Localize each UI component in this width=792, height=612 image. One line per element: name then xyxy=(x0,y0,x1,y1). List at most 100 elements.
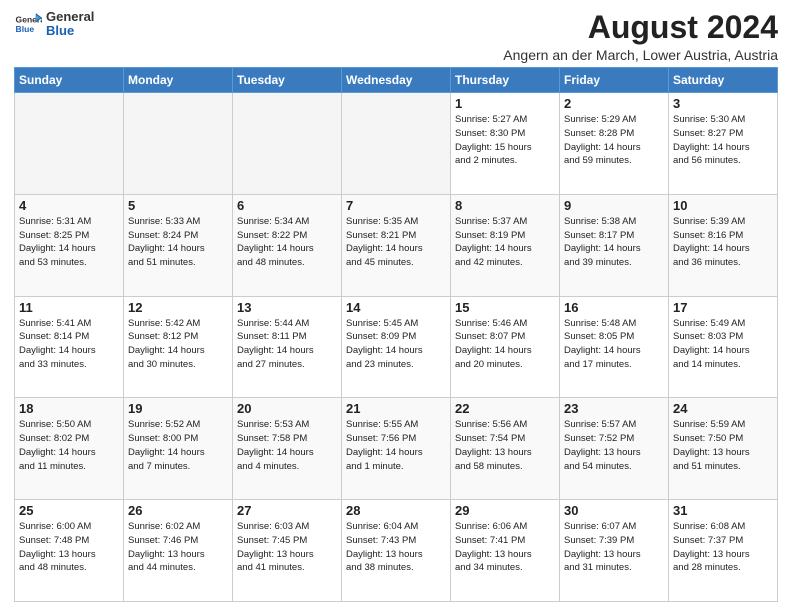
subtitle: Angern an der March, Lower Austria, Aust… xyxy=(503,47,778,63)
day-info: Sunrise: 5:30 AM Sunset: 8:27 PM Dayligh… xyxy=(673,113,773,168)
day-info: Sunrise: 5:42 AM Sunset: 8:12 PM Dayligh… xyxy=(128,317,228,372)
day-number: 21 xyxy=(346,401,446,416)
calendar-header-tuesday: Tuesday xyxy=(233,68,342,93)
calendar-cell: 6 Sunrise: 5:34 AM Sunset: 8:22 PM Daylig… xyxy=(233,194,342,296)
calendar-cell xyxy=(233,93,342,195)
day-number: 24 xyxy=(673,401,773,416)
calendar-cell: 30 Sunrise: 6:07 AM Sunset: 7:39 PM Dayli… xyxy=(560,500,669,602)
day-number: 19 xyxy=(128,401,228,416)
day-number: 23 xyxy=(564,401,664,416)
day-number: 17 xyxy=(673,300,773,315)
calendar-week-5: 25 Sunrise: 6:00 AM Sunset: 7:48 PM Dayli… xyxy=(15,500,778,602)
calendar-week-2: 4Sunrise: 5:31 AM Sunset: 8:25 PM Daylig… xyxy=(15,194,778,296)
logo: General Blue General Blue xyxy=(14,10,94,39)
day-number: 20 xyxy=(237,401,337,416)
day-info: Sunrise: 5:55 AM Sunset: 7:56 PM Dayligh… xyxy=(346,418,446,473)
svg-text:Blue: Blue xyxy=(16,24,35,34)
calendar-cell: 25 Sunrise: 6:00 AM Sunset: 7:48 PM Dayli… xyxy=(15,500,124,602)
day-info: Sunrise: 6:07 AM Sunset: 7:39 PM Dayligh… xyxy=(564,520,664,575)
calendar-header-thursday: Thursday xyxy=(451,68,560,93)
calendar-header-sunday: Sunday xyxy=(15,68,124,93)
calendar-cell: 10 Sunrise: 5:39 AM Sunset: 8:16 PM Dayli… xyxy=(669,194,778,296)
calendar-cell: 16 Sunrise: 5:48 AM Sunset: 8:05 PM Dayli… xyxy=(560,296,669,398)
day-info: Sunrise: 5:38 AM Sunset: 8:17 PM Dayligh… xyxy=(564,215,664,270)
calendar-cell: 13Sunrise: 5:44 AM Sunset: 8:11 PM Dayli… xyxy=(233,296,342,398)
day-number: 9 xyxy=(564,198,664,213)
day-info: Sunrise: 5:52 AM Sunset: 8:00 PM Dayligh… xyxy=(128,418,228,473)
calendar-cell: 2Sunrise: 5:29 AM Sunset: 8:28 PM Daylig… xyxy=(560,93,669,195)
calendar-cell: 8Sunrise: 5:37 AM Sunset: 8:19 PM Daylig… xyxy=(451,194,560,296)
main-title: August 2024 xyxy=(503,10,778,45)
day-number: 14 xyxy=(346,300,446,315)
day-number: 30 xyxy=(564,503,664,518)
calendar-cell: 24 Sunrise: 5:59 AM Sunset: 7:50 PM Dayli… xyxy=(669,398,778,500)
day-info: Sunrise: 5:34 AM Sunset: 8:22 PM Dayligh… xyxy=(237,215,337,270)
day-number: 6 xyxy=(237,198,337,213)
calendar-header-row: SundayMondayTuesdayWednesdayThursdayFrid… xyxy=(15,68,778,93)
calendar-cell: 27 Sunrise: 6:03 AM Sunset: 7:45 PM Dayli… xyxy=(233,500,342,602)
day-number: 16 xyxy=(564,300,664,315)
day-number: 12 xyxy=(128,300,228,315)
calendar-cell: 1 Sunrise: 5:27 AM Sunset: 8:30 PM Daylig… xyxy=(451,93,560,195)
day-number: 31 xyxy=(673,503,773,518)
calendar-cell: 9 Sunrise: 5:38 AM Sunset: 8:17 PM Daylig… xyxy=(560,194,669,296)
calendar-week-1: 1 Sunrise: 5:27 AM Sunset: 8:30 PM Daylig… xyxy=(15,93,778,195)
calendar-cell: 18 Sunrise: 5:50 AM Sunset: 8:02 PM Dayli… xyxy=(15,398,124,500)
day-number: 15 xyxy=(455,300,555,315)
calendar-cell: 17Sunrise: 5:49 AM Sunset: 8:03 PM Dayli… xyxy=(669,296,778,398)
calendar-cell: 15 Sunrise: 5:46 AM Sunset: 8:07 PM Dayli… xyxy=(451,296,560,398)
day-number: 27 xyxy=(237,503,337,518)
calendar-cell: 4Sunrise: 5:31 AM Sunset: 8:25 PM Daylig… xyxy=(15,194,124,296)
day-info: Sunrise: 5:39 AM Sunset: 8:16 PM Dayligh… xyxy=(673,215,773,270)
day-info: Sunrise: 6:03 AM Sunset: 7:45 PM Dayligh… xyxy=(237,520,337,575)
logo-general: General xyxy=(46,10,94,24)
day-info: Sunrise: 5:27 AM Sunset: 8:30 PM Dayligh… xyxy=(455,113,555,168)
calendar-cell: 7 Sunrise: 5:35 AM Sunset: 8:21 PM Daylig… xyxy=(342,194,451,296)
calendar-cell: 28Sunrise: 6:04 AM Sunset: 7:43 PM Dayli… xyxy=(342,500,451,602)
day-number: 13 xyxy=(237,300,337,315)
day-info: Sunrise: 5:48 AM Sunset: 8:05 PM Dayligh… xyxy=(564,317,664,372)
day-number: 7 xyxy=(346,198,446,213)
day-number: 8 xyxy=(455,198,555,213)
logo-text: General Blue xyxy=(46,10,94,39)
calendar-cell xyxy=(124,93,233,195)
calendar-cell xyxy=(342,93,451,195)
day-info: Sunrise: 5:59 AM Sunset: 7:50 PM Dayligh… xyxy=(673,418,773,473)
day-number: 4 xyxy=(19,198,119,213)
logo-icon: General Blue xyxy=(14,10,42,38)
calendar-header-friday: Friday xyxy=(560,68,669,93)
calendar-cell xyxy=(15,93,124,195)
day-info: Sunrise: 5:53 AM Sunset: 7:58 PM Dayligh… xyxy=(237,418,337,473)
day-info: Sunrise: 5:45 AM Sunset: 8:09 PM Dayligh… xyxy=(346,317,446,372)
day-info: Sunrise: 5:35 AM Sunset: 8:21 PM Dayligh… xyxy=(346,215,446,270)
calendar-week-3: 11Sunrise: 5:41 AM Sunset: 8:14 PM Dayli… xyxy=(15,296,778,398)
calendar-cell: 29Sunrise: 6:06 AM Sunset: 7:41 PM Dayli… xyxy=(451,500,560,602)
calendar-cell: 12 Sunrise: 5:42 AM Sunset: 8:12 PM Dayli… xyxy=(124,296,233,398)
day-number: 1 xyxy=(455,96,555,111)
day-info: Sunrise: 6:08 AM Sunset: 7:37 PM Dayligh… xyxy=(673,520,773,575)
calendar-cell: 23 Sunrise: 5:57 AM Sunset: 7:52 PM Dayli… xyxy=(560,398,669,500)
day-info: Sunrise: 5:33 AM Sunset: 8:24 PM Dayligh… xyxy=(128,215,228,270)
page: General Blue General Blue August 2024 An… xyxy=(0,0,792,612)
day-info: Sunrise: 5:41 AM Sunset: 8:14 PM Dayligh… xyxy=(19,317,119,372)
day-number: 26 xyxy=(128,503,228,518)
logo-blue: Blue xyxy=(46,24,94,38)
day-info: Sunrise: 6:04 AM Sunset: 7:43 PM Dayligh… xyxy=(346,520,446,575)
day-info: Sunrise: 5:46 AM Sunset: 8:07 PM Dayligh… xyxy=(455,317,555,372)
day-info: Sunrise: 5:29 AM Sunset: 8:28 PM Dayligh… xyxy=(564,113,664,168)
day-info: Sunrise: 6:00 AM Sunset: 7:48 PM Dayligh… xyxy=(19,520,119,575)
day-number: 10 xyxy=(673,198,773,213)
day-number: 18 xyxy=(19,401,119,416)
calendar-cell: 3Sunrise: 5:30 AM Sunset: 8:27 PM Daylig… xyxy=(669,93,778,195)
calendar-header-monday: Monday xyxy=(124,68,233,93)
day-info: Sunrise: 6:06 AM Sunset: 7:41 PM Dayligh… xyxy=(455,520,555,575)
calendar-header-saturday: Saturday xyxy=(669,68,778,93)
calendar-cell: 22Sunrise: 5:56 AM Sunset: 7:54 PM Dayli… xyxy=(451,398,560,500)
title-section: August 2024 Angern an der March, Lower A… xyxy=(503,10,778,63)
day-info: Sunrise: 5:50 AM Sunset: 8:02 PM Dayligh… xyxy=(19,418,119,473)
day-info: Sunrise: 5:56 AM Sunset: 7:54 PM Dayligh… xyxy=(455,418,555,473)
day-info: Sunrise: 5:57 AM Sunset: 7:52 PM Dayligh… xyxy=(564,418,664,473)
calendar-cell: 14 Sunrise: 5:45 AM Sunset: 8:09 PM Dayli… xyxy=(342,296,451,398)
calendar-cell: 31 Sunrise: 6:08 AM Sunset: 7:37 PM Dayli… xyxy=(669,500,778,602)
day-number: 25 xyxy=(19,503,119,518)
